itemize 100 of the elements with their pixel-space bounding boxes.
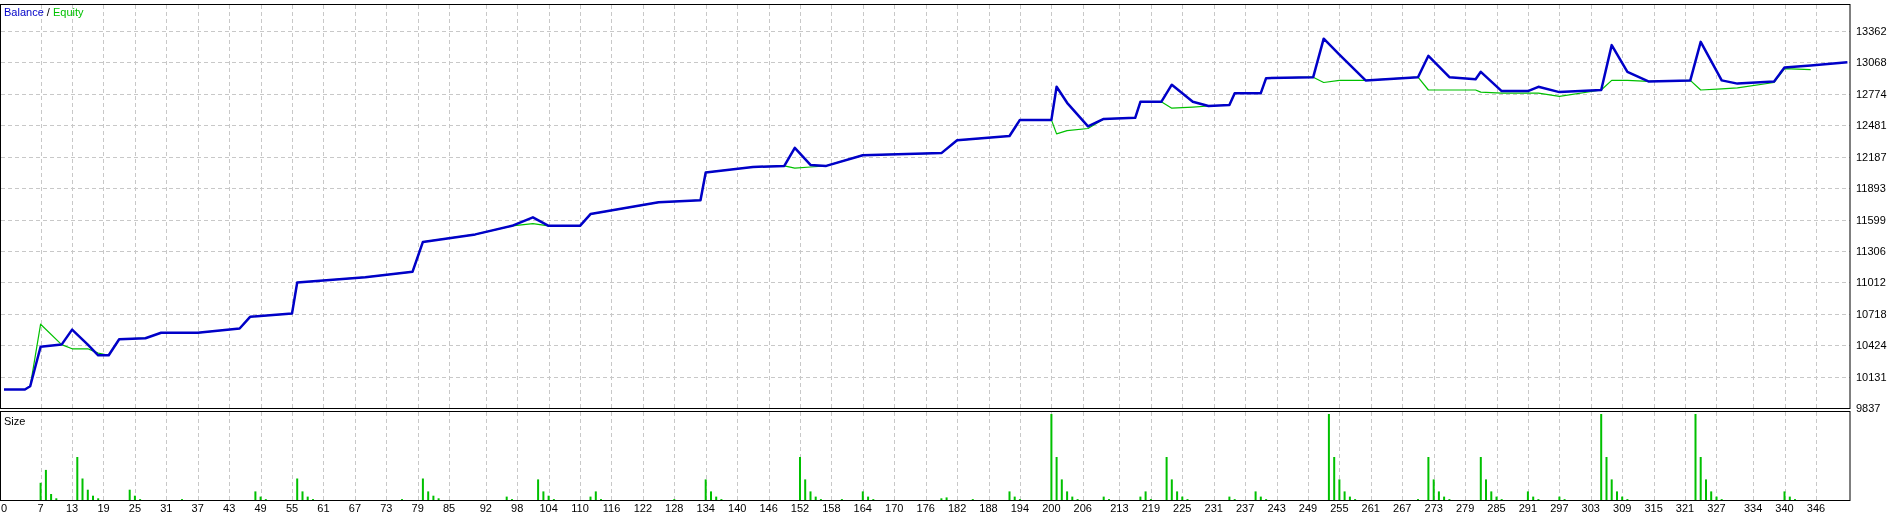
volume-bar [1479, 457, 1482, 500]
volume-bar [809, 491, 812, 500]
volume-bar [1532, 496, 1535, 500]
x-tick-label: 243 [1267, 502, 1286, 514]
volume-bar [1710, 491, 1713, 500]
x-tick-label: 327 [1707, 502, 1726, 514]
volume-bar [44, 469, 47, 500]
x-tick-label: 267 [1393, 502, 1412, 514]
volume-bar [50, 494, 53, 500]
x-tick-label: 61 [317, 502, 330, 514]
y-tick-label: 9837 [1856, 402, 1881, 414]
volume-bar [804, 479, 807, 500]
y-tick-label: 12774 [1856, 87, 1887, 100]
x-tick-label: 128 [665, 502, 684, 514]
x-tick-label: 25 [128, 502, 141, 514]
x-tick-label: 231 [1204, 502, 1223, 514]
volume-bar [1170, 479, 1173, 500]
x-tick-label: 200 [1042, 502, 1061, 514]
x-tick-label: 170 [885, 502, 904, 514]
x-tick-label: 297 [1550, 502, 1569, 514]
volume-bar [1144, 491, 1147, 500]
x-tick-label: 321 [1675, 502, 1695, 514]
x-tick-label: 340 [1775, 502, 1794, 514]
volume-bar [1333, 457, 1336, 500]
x-tick-label: 146 [759, 502, 778, 514]
x-tick-label: 31 [160, 502, 173, 514]
volume-bar [945, 497, 948, 500]
volume-bar [1139, 496, 1142, 500]
y-tick-label: 11012 [1856, 276, 1886, 289]
x-tick-label: 285 [1487, 502, 1506, 514]
volume-bar [86, 489, 89, 500]
volume-bar [1013, 496, 1016, 500]
x-tick-label: 0 [0, 502, 8, 514]
volume-bar [589, 496, 592, 500]
x-tick-label: 315 [1644, 502, 1663, 514]
x-tick-label: 291 [1518, 502, 1538, 514]
x-tick-label: 213 [1110, 502, 1129, 514]
x-tick-label: 7 [37, 502, 44, 514]
x-tick-label: 85 [443, 502, 456, 514]
volume-bar [867, 496, 870, 500]
x-tick-label: 19 [97, 502, 110, 514]
x-tick-label: 92 [479, 502, 492, 514]
x-tick-label: 182 [947, 502, 967, 514]
volume-bar [1788, 496, 1791, 500]
volume-bar [814, 496, 817, 500]
volume-bar [306, 496, 309, 500]
volume-bar [1605, 457, 1608, 500]
volume-bar [1259, 496, 1262, 500]
volume-bar [76, 457, 79, 500]
x-tick-label: 73 [380, 502, 393, 514]
volume-bar [1055, 457, 1058, 500]
volume-bar [1610, 479, 1613, 500]
volume-bar [432, 495, 435, 500]
volume-bar [537, 479, 540, 500]
x-tick-label: 79 [411, 502, 424, 514]
x-tick-label: 116 [602, 502, 621, 514]
volume-bar [259, 496, 262, 500]
x-tick-label: 134 [696, 502, 715, 514]
x-tick-label: 104 [539, 502, 558, 514]
volume-bar [1008, 491, 1011, 500]
volume-bar [81, 478, 84, 500]
x-tick-label: 219 [1141, 502, 1161, 514]
x-tick-label: 237 [1235, 502, 1255, 514]
x-tick-label: 98 [511, 502, 524, 514]
legend-label: Equity [52, 6, 84, 18]
volume-bar [594, 491, 597, 500]
volume-bar [133, 495, 136, 500]
volume-bar [1443, 496, 1446, 500]
y-tick-label: 11599 [1856, 213, 1886, 226]
volume-bar [861, 491, 864, 500]
y-tick-label: 10131 [1856, 370, 1887, 383]
volume-bar [1783, 491, 1786, 500]
x-tick-label: 176 [916, 502, 935, 514]
volume-bar [1348, 496, 1351, 500]
x-tick-label: 206 [1073, 502, 1092, 514]
x-tick-label: 13 [65, 502, 79, 514]
x-tick-label: 309 [1613, 502, 1632, 514]
y-tick-label: 10424 [1856, 339, 1887, 352]
x-tick-label: 255 [1330, 502, 1349, 514]
volume-bar [715, 496, 718, 500]
volume-bar [1715, 496, 1718, 500]
volume-bar [301, 491, 304, 500]
x-tick-label: 261 [1361, 502, 1380, 514]
volume-bar [1338, 479, 1341, 500]
volume-bar [1176, 491, 1179, 500]
volume-bar [1060, 479, 1063, 500]
volume-bar [427, 491, 430, 500]
x-tick-label: 279 [1455, 502, 1475, 514]
x-tick-label: 67 [348, 502, 361, 514]
x-tick-label: 55 [285, 502, 299, 514]
x-tick-label: 225 [1173, 502, 1192, 514]
volume-bar [296, 478, 299, 500]
volume-bar [1699, 457, 1702, 500]
x-tick-label: 37 [191, 502, 204, 514]
volume-bar [1432, 479, 1435, 500]
volume-bar [1437, 491, 1440, 500]
volume-bar [1254, 491, 1257, 500]
y-tick-label: 11893 [1856, 182, 1886, 195]
volume-bar [1558, 496, 1561, 500]
x-tick-label: 158 [822, 502, 841, 514]
